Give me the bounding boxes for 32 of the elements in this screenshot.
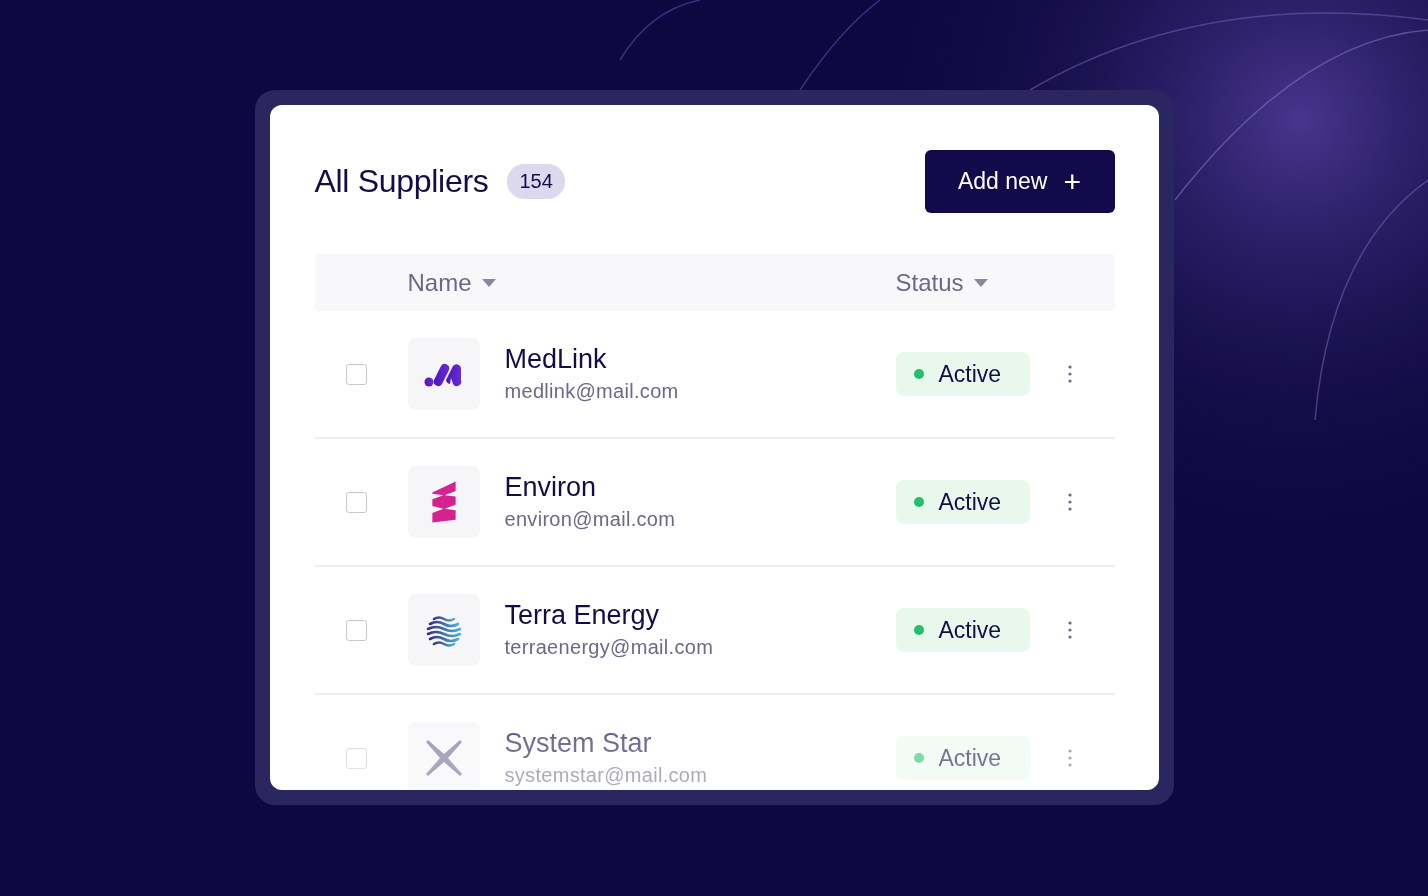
supplier-email: systemstar@mail.com [504,763,708,788]
status-badge: Active [895,352,1030,396]
row-checkbox[interactable] [345,363,367,385]
caret-icon [973,278,988,287]
column-header[interactable]: Status [895,268,988,297]
status-dot [913,625,924,635]
row-checkbox[interactable] [345,747,367,769]
logo-icon [430,480,457,524]
supplier-email: medlink@mail.com [504,379,679,404]
row-checkbox[interactable] [345,491,367,513]
supplier-name: Terra Energy [504,599,661,632]
more-options-icon[interactable] [1067,493,1072,511]
more-options-icon[interactable] [1067,365,1072,383]
supplier-email: terraenergy@mail.com [504,635,714,660]
supplier-name: Environ [504,471,598,504]
more-options-icon[interactable] [1067,749,1072,767]
add-new-button[interactable]: Add new + [924,150,1115,213]
status-badge: Active [895,736,1030,780]
supplier-email: environ@mail.com [504,507,676,532]
status-dot [913,369,924,379]
count-badge: 154 [507,164,565,199]
status-dot [913,753,924,763]
row-checkbox[interactable] [345,619,367,641]
status-badge: Active [895,608,1030,652]
supplier-name: MedLink [504,343,608,376]
supplier-name: System Star [504,727,653,760]
status-dot [913,497,924,507]
caret-icon [481,278,496,287]
column-header[interactable]: Name [407,268,496,297]
page-title: All Suppliers [314,163,489,200]
status-badge: Active [895,480,1030,524]
more-options-icon[interactable] [1067,621,1072,639]
